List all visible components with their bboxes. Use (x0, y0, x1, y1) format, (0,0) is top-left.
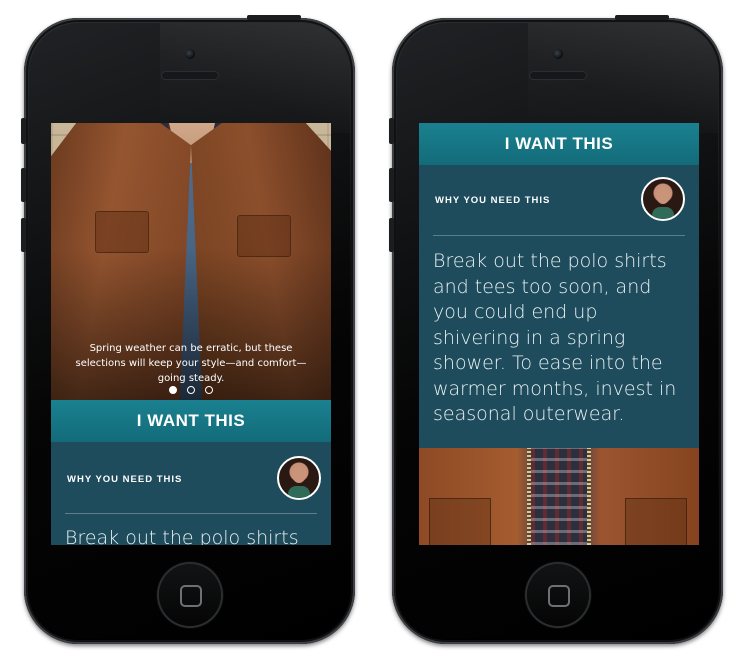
phone-right: I WANT THIS WHY YOU NEED THIS Break out … (389, 15, 723, 644)
carousel-dot-3[interactable] (205, 386, 213, 394)
hero-image[interactable]: Spring weather can be erratic, but these… (51, 123, 331, 400)
why-panel: WHY YOU NEED THIS Break out the polo shi… (419, 165, 699, 448)
volume-down-button (389, 218, 394, 252)
why-body-text: Break out the polo shirts (65, 527, 299, 545)
earpiece-speaker (161, 72, 218, 79)
carousel-dot-1[interactable] (169, 386, 177, 394)
earpiece-speaker (529, 72, 586, 79)
carousel-dots (51, 379, 331, 398)
volume-up-button (389, 168, 394, 202)
power-button (247, 15, 301, 20)
power-button (615, 15, 669, 20)
why-body-text: Break out the polo shirts and tees too s… (433, 250, 677, 425)
screen-right: I WANT THIS WHY YOU NEED THIS Break out … (419, 123, 699, 545)
panel-divider (65, 513, 317, 514)
avatar[interactable] (641, 177, 685, 221)
volume-up-button (21, 168, 26, 202)
avatar[interactable] (277, 456, 321, 500)
carousel-dot-2[interactable] (187, 386, 195, 394)
product-photo[interactable] (419, 448, 699, 545)
front-camera (184, 49, 195, 59)
panel-divider (433, 235, 685, 236)
mute-switch (21, 118, 26, 144)
why-you-need-this-label: WHY YOU NEED THIS (435, 195, 551, 206)
home-button[interactable] (158, 564, 221, 626)
i-want-this-button[interactable]: I WANT THIS (419, 123, 699, 165)
home-button[interactable] (526, 564, 589, 626)
volume-down-button (21, 218, 26, 252)
mockup-stage: Spring weather can be erratic, but these… (0, 0, 750, 665)
why-panel: WHY YOU NEED THIS Break out the polo shi… (51, 442, 331, 545)
why-you-need-this-label: WHY YOU NEED THIS (67, 474, 183, 485)
front-camera (552, 49, 563, 59)
home-square-icon (179, 585, 202, 607)
home-square-icon (547, 585, 570, 607)
i-want-this-button[interactable]: I WANT THIS (51, 400, 331, 442)
phone-left: Spring weather can be erratic, but these… (21, 15, 355, 644)
mute-switch (389, 118, 394, 144)
screen-left: Spring weather can be erratic, but these… (51, 123, 331, 545)
